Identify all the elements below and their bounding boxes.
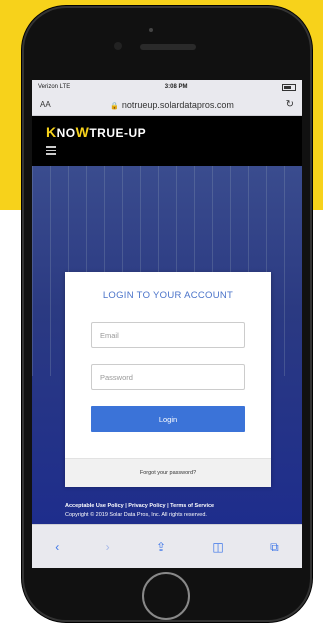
logo-w: W (75, 124, 90, 140)
carrier-label: Verizon LTE (38, 84, 71, 90)
legal-section: Acceptable Use Policy | Privacy Policy |… (65, 502, 275, 520)
email-field[interactable]: Email (91, 322, 245, 348)
time-label: 3:08 PM (164, 84, 188, 90)
login-title: LOGIN TO YOUR ACCOUNT (102, 290, 234, 301)
copyright-text: Copyright © 2019 Solar Data Pros, Inc. A… (65, 512, 207, 518)
forgot-password-link[interactable]: Forgot your password? (140, 470, 196, 476)
url-bar[interactable]: AA 🔒 notrueup.solardatapros.com ↻ (32, 94, 302, 116)
earpiece-speaker (140, 44, 196, 50)
logo-k: K (46, 124, 57, 140)
lock-icon: 🔒 (110, 102, 119, 110)
site-body: LOGIN TO YOUR ACCOUNT Email Password Log… (32, 166, 302, 524)
site-header: KNOWTRUE-UP (32, 116, 302, 166)
legal-links[interactable]: Acceptable Use Policy | Privacy Policy |… (65, 502, 275, 511)
forward-icon[interactable]: › (106, 540, 110, 554)
password-field[interactable]: Password (91, 364, 245, 390)
share-icon[interactable]: ⇪ (156, 540, 166, 554)
address-text[interactable]: 🔒 notrueup.solardatapros.com (64, 100, 280, 110)
front-camera (114, 42, 122, 50)
card-footer: Forgot your password? (65, 458, 271, 487)
logo-now: NO (56, 126, 76, 140)
back-icon[interactable]: ‹ (55, 540, 59, 554)
reload-icon[interactable]: ↻ (280, 99, 294, 110)
status-bar: Verizon LTE 3:08 PM (32, 80, 302, 94)
brand-logo[interactable]: KNOWTRUE-UP (46, 124, 146, 140)
home-button[interactable] (142, 572, 190, 620)
battery-icon (282, 83, 296, 91)
tabs-icon[interactable]: ⧉ (270, 540, 279, 555)
phone-frame: Verizon LTE 3:08 PM AA 🔒 notrueup.solarda… (22, 6, 312, 622)
bookmarks-icon[interactable]: ◫ (212, 540, 223, 554)
logo-rest: TRUE-UP (89, 126, 147, 140)
phone-screen: Verizon LTE 3:08 PM AA 🔒 notrueup.solarda… (32, 80, 302, 568)
phone-sensor (149, 28, 153, 32)
reader-aa-button[interactable]: AA (40, 100, 64, 109)
browser-toolbar: ‹ › ⇪ ◫ ⧉ (32, 524, 302, 568)
hamburger-menu-icon[interactable] (46, 146, 56, 157)
login-card: LOGIN TO YOUR ACCOUNT Email Password Log… (65, 272, 271, 487)
login-button[interactable]: Login (91, 406, 245, 432)
url-text: notrueup.solardatapros.com (121, 99, 234, 110)
